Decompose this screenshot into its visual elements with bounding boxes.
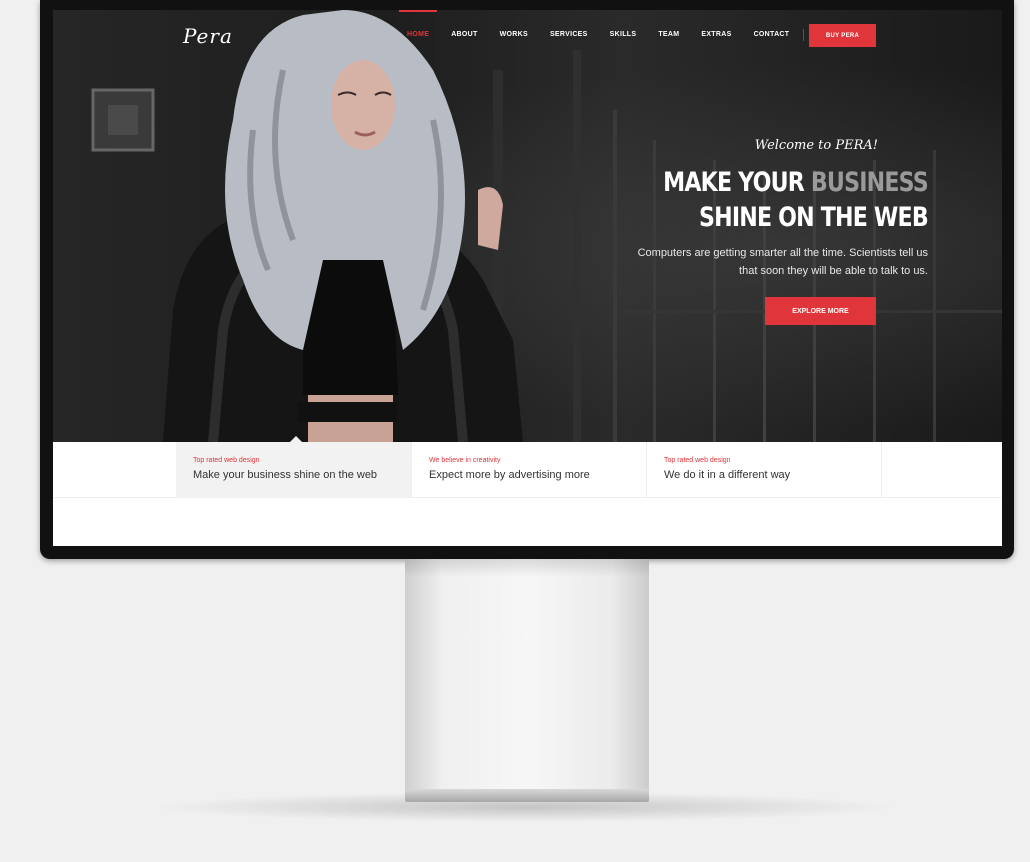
nav-services[interactable]: SERVICES: [550, 10, 588, 60]
monitor-stand: [405, 559, 649, 789]
nav-works[interactable]: WORKS: [500, 10, 528, 60]
hero-welcome: Welcome to PERA!: [754, 138, 878, 153]
nav-extras[interactable]: EXTRAS: [701, 10, 731, 60]
headline-line-2: SHINE ON THE WEB: [699, 202, 929, 233]
main-nav: HOME ABOUT WORKS SERVICES SKILLS TEAM EX…: [398, 10, 865, 60]
website-screen: Pera HOME ABOUT WORKS SERVICES SKILLS TE…: [53, 10, 1002, 546]
feature-item[interactable]: Top rated web design Make your business …: [176, 442, 412, 498]
headline-part-1: MAKE YOUR: [663, 167, 811, 198]
feature-tag: Top rated web design: [664, 457, 731, 464]
brand-logo[interactable]: Pera: [183, 24, 233, 48]
feature-item[interactable]: We believe in creativity Expect more by …: [412, 442, 647, 498]
feature-tag: We believe in creativity: [429, 457, 501, 464]
feature-title: Expect more by advertising more: [429, 469, 590, 481]
nav-skills[interactable]: SKILLS: [610, 10, 637, 60]
hero-description: Computers are getting smarter all the ti…: [637, 247, 928, 277]
feature-tag: Top rated web design: [193, 457, 260, 464]
buy-button[interactable]: BUY PERA: [809, 24, 876, 47]
headline-part-2: BUSINESS: [810, 167, 929, 198]
hero-headline: MAKE YOUR BUSINESS SHINE ON THE WEB: [663, 165, 929, 235]
feature-title: We do it in a different way: [664, 469, 791, 481]
nav-team[interactable]: TEAM: [658, 10, 679, 60]
nav-contact[interactable]: CONTACT: [754, 10, 790, 60]
explore-more-button[interactable]: EXPLORE MORE: [765, 297, 876, 325]
nav-home[interactable]: HOME: [398, 10, 438, 60]
features-bar: Top rated web design Make your business …: [53, 442, 1002, 498]
nav-divider: [803, 29, 805, 41]
hero-section: Pera HOME ABOUT WORKS SERVICES SKILLS TE…: [53, 10, 1002, 442]
monitor-frame: Pera HOME ABOUT WORKS SERVICES SKILLS TE…: [40, 0, 1014, 559]
model-photo: [163, 10, 523, 442]
nav-about[interactable]: ABOUT: [451, 10, 477, 60]
feature-item[interactable]: Top rated web design We do it in a diffe…: [647, 442, 882, 498]
monitor-stand-foot: [405, 789, 649, 802]
feature-title: Make your business shine on the web: [193, 469, 378, 481]
